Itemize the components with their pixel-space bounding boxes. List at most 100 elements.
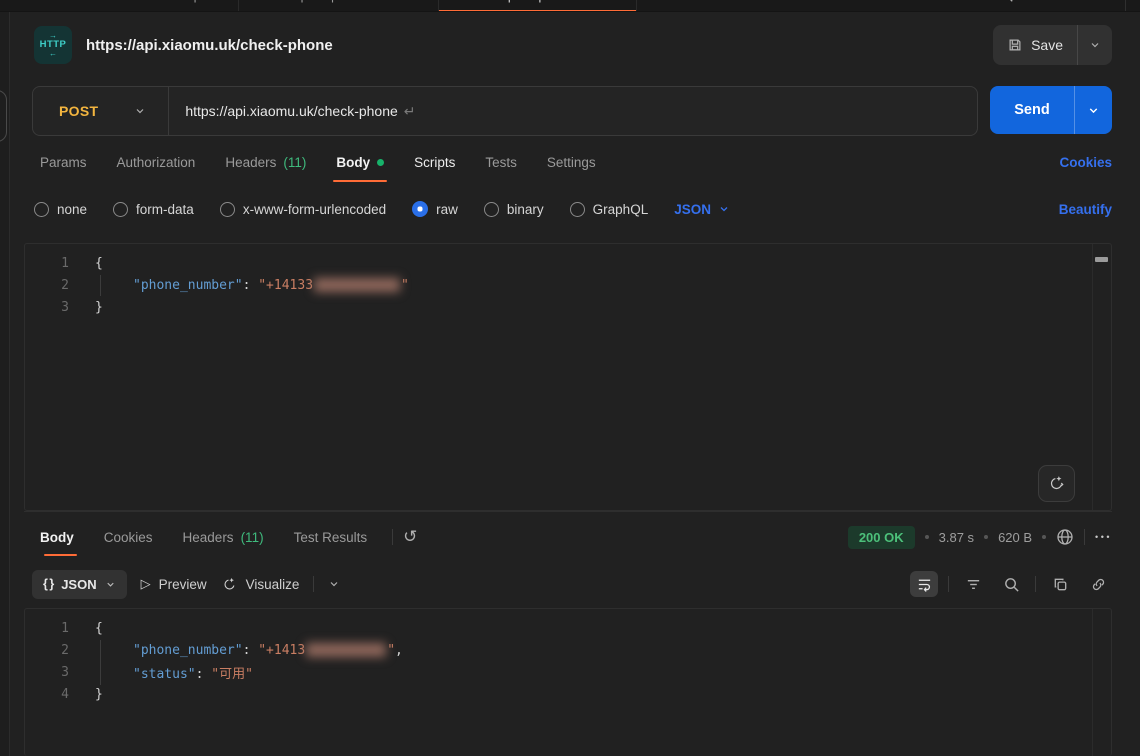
globe-network-icon[interactable] — [1056, 528, 1074, 546]
chevron-down-icon — [1089, 39, 1101, 51]
radio-icon — [34, 202, 49, 217]
radio-none[interactable]: none — [34, 202, 87, 217]
braces-icon: { } — [43, 577, 53, 591]
play-icon: ▷ — [141, 576, 151, 592]
indent-guide — [100, 275, 101, 296]
beautify-link[interactable]: Beautify — [1059, 202, 1112, 217]
app-window: GET Untitled Request GET https://api.xia… — [0, 0, 1140, 756]
send-options-button[interactable] — [1075, 86, 1112, 134]
tab-headers[interactable]: Headers(11) — [210, 136, 321, 188]
new-tab-button[interactable]: + — [637, 0, 674, 5]
radio-form-data[interactable]: form-data — [113, 202, 194, 217]
tab-params[interactable]: Params — [32, 136, 102, 188]
preview-button[interactable]: ▷ Preview — [141, 576, 207, 592]
redacted-phone-number — [314, 278, 400, 292]
tab-scripts[interactable]: Scripts — [399, 136, 470, 188]
chevron-down-icon — [105, 579, 116, 590]
url-bar: POST https://api.xiaomu.uk/check-phone↵ … — [24, 86, 1112, 136]
send-button[interactable]: Send — [990, 102, 1074, 118]
response-tab-test-results[interactable]: Test Results — [279, 512, 383, 562]
search-response-button[interactable] — [997, 571, 1025, 597]
save-button-group: Save — [993, 25, 1112, 65]
code-line: 2 "phone_number": "+1413", — [25, 639, 1111, 661]
search-icon — [1003, 576, 1020, 593]
response-history-icon[interactable]: ↺ — [403, 527, 417, 547]
chevron-down-icon — [134, 105, 146, 117]
filter-icon — [965, 576, 982, 593]
link-icon — [1090, 576, 1107, 593]
response-tab-body[interactable]: Body — [32, 512, 89, 562]
left-sidebar-edge — [0, 12, 10, 756]
radio-icon — [484, 202, 499, 217]
url-input-container: POST https://api.xiaomu.uk/check-phone↵ — [32, 86, 978, 136]
request-body-editor[interactable]: 1 { 2 "phone_number": "+14133" 3 } — [24, 243, 1112, 511]
radio-binary[interactable]: binary — [484, 202, 544, 217]
more-actions-button[interactable]: ••• — [1095, 532, 1112, 542]
scrollbar-track — [1092, 244, 1093, 510]
link-response-button[interactable] — [1084, 571, 1112, 597]
code-line: 1 { — [25, 252, 1111, 274]
save-options-button[interactable] — [1078, 25, 1112, 65]
method-dropdown[interactable]: POST — [33, 87, 168, 135]
tab-body[interactable]: Body — [321, 136, 399, 188]
return-key-glyph: ↵ — [404, 103, 416, 119]
method-label-post: POST — [457, 0, 487, 2]
dot-separator — [925, 535, 929, 539]
wrap-text-icon — [916, 576, 933, 593]
response-format-dropdown[interactable]: { } JSON — [32, 570, 127, 599]
radio-raw-selected[interactable]: raw — [412, 201, 458, 217]
body-type-selector: none form-data x-www-form-urlencoded raw… — [24, 188, 1112, 230]
postbot-ai-button[interactable] — [1038, 465, 1075, 502]
dot-separator — [1042, 535, 1046, 539]
url-input[interactable]: https://api.xiaomu.uk/check-phone↵ — [169, 103, 431, 120]
copy-icon — [1052, 576, 1069, 593]
request-title: https://api.xiaomu.uk/check-phone — [86, 37, 333, 54]
visualize-options-chevron[interactable] — [328, 578, 340, 590]
cropped-element-fragment — [0, 90, 7, 142]
code-line: 3 } — [25, 296, 1111, 318]
radio-icon — [570, 202, 585, 217]
tab-title: https://api.xiaomu.uk/c — [494, 0, 618, 3]
response-size[interactable]: 620 B — [998, 530, 1032, 545]
save-button[interactable]: Save — [993, 25, 1077, 65]
cookies-link[interactable]: Cookies — [1059, 155, 1112, 170]
wrap-text-button[interactable] — [910, 571, 938, 597]
language-dropdown[interactable]: JSON — [674, 202, 730, 217]
indent-guide — [100, 640, 101, 661]
environment-label: No environment — [1023, 0, 1111, 3]
dot-separator — [984, 535, 988, 539]
radio-graphql[interactable]: GraphQL — [570, 202, 649, 217]
tab-authorization[interactable]: Authorization — [102, 136, 211, 188]
filter-button[interactable] — [959, 571, 987, 597]
request-tab-2[interactable]: GET https://api.xiaomu.uk/sw — [239, 0, 439, 12]
radio-selected-icon — [412, 201, 428, 217]
response-header: Body Cookies Headers(11) Test Results ↺ … — [24, 512, 1112, 562]
radio-icon — [220, 202, 235, 217]
response-tab-headers[interactable]: Headers(11) — [168, 512, 279, 562]
status-badge[interactable]: 200 OK — [848, 526, 915, 549]
tab-title: Untitled Request — [128, 0, 220, 3]
http-protocol-icon: → HTTP ← — [34, 26, 72, 64]
visualize-button[interactable]: Visualize — [221, 576, 300, 593]
response-headers-count: (11) — [241, 530, 264, 545]
code-line: 3 "status": "可用" — [25, 661, 1111, 683]
request-tabs: Params Authorization Headers(11) Body Sc… — [24, 136, 1112, 188]
request-tab-3-active[interactable]: POST https://api.xiaomu.uk/c — [439, 0, 637, 12]
workspace-tab-bar: GET Untitled Request GET https://api.xia… — [0, 0, 1140, 12]
tab-tests[interactable]: Tests — [470, 136, 532, 188]
environment-selector[interactable]: No environment — [1000, 0, 1126, 12]
response-tab-cookies[interactable]: Cookies — [89, 512, 168, 562]
chevron-down-icon — [718, 203, 730, 215]
request-tab-1[interactable]: GET Untitled Request — [80, 0, 239, 12]
headers-count: (11) — [283, 155, 306, 170]
method-label-get: GET — [98, 0, 121, 2]
tab-settings[interactable]: Settings — [532, 136, 611, 188]
radio-x-www-form-urlencoded[interactable]: x-www-form-urlencoded — [220, 202, 386, 217]
search-icon — [1000, 0, 1014, 3]
response-time[interactable]: 3.87 s — [939, 530, 974, 545]
sparkle-icon — [1047, 474, 1066, 493]
redacted-phone-number — [306, 643, 386, 657]
copy-response-button[interactable] — [1046, 571, 1074, 597]
scrollbar-thumb[interactable] — [1095, 257, 1108, 262]
save-icon — [1007, 37, 1023, 53]
